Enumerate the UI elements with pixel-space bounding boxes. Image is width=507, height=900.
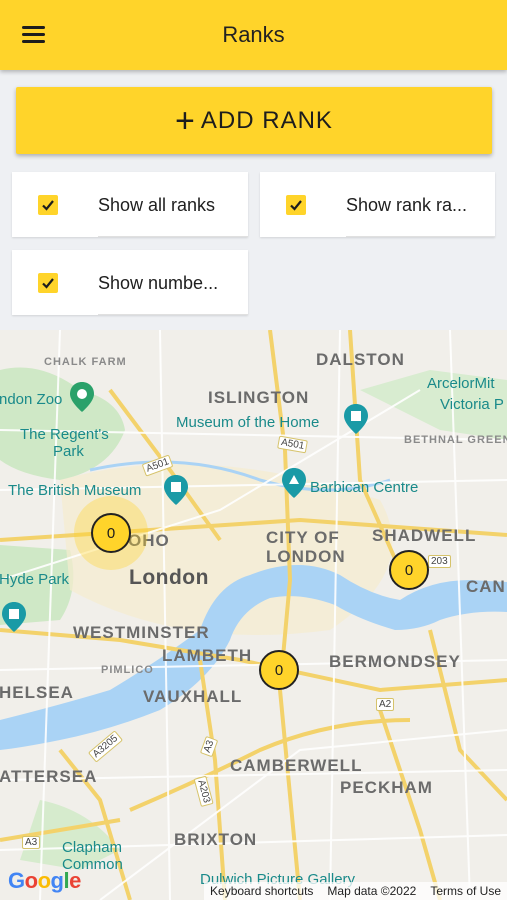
option-label: Show rank ra... <box>346 195 468 215</box>
rank-cluster-soho[interactable]: 0 <box>91 513 131 553</box>
map-label-british-museum: The British Museum <box>8 482 142 499</box>
map-label-london-zoo: ndon Zoo <box>0 391 63 408</box>
app-bar: Ranks <box>0 0 507 70</box>
map-label-museum-home: Museum of the Home <box>176 414 320 431</box>
map-label-victoria-park: Victoria P <box>440 396 504 413</box>
add-rank-label: ADD RANK <box>200 106 333 134</box>
rank-cluster-shadwell[interactable]: 0 <box>389 550 429 590</box>
check-icon <box>290 200 302 211</box>
checkbox-show-all-ranks[interactable] <box>38 195 58 215</box>
map-label-shadwell: SHADWELL <box>372 526 477 545</box>
map-label-canary: CAN <box>466 577 506 596</box>
map-attribution: Keyboard shortcuts Map data ©2022 Terms … <box>204 882 507 900</box>
checkbox-show-numbers[interactable] <box>38 273 58 293</box>
map-label-barbican: Barbican Centre <box>310 479 419 496</box>
option-show-rank-range[interactable]: Show rank ra... <box>260 172 495 237</box>
british-museum-pin-icon[interactable] <box>164 475 188 505</box>
hyde-park-pin-icon[interactable] <box>2 602 26 632</box>
check-icon <box>42 200 54 211</box>
map-label-peckham: PECKHAM <box>340 778 433 797</box>
map-label-brixton: BRIXTON <box>174 830 258 849</box>
map-label-pimlico: PIMLICO <box>101 664 154 676</box>
map-label-hyde-park: Hyde Park <box>0 571 70 588</box>
google-logo: Google <box>8 868 81 893</box>
checkbox-show-rank-range[interactable] <box>286 195 306 215</box>
map-label-regents-park: The Regent's <box>20 426 109 443</box>
page-title: Ranks <box>222 22 285 47</box>
add-rank-button[interactable]: + ADD RANK <box>16 87 492 154</box>
map-label-battersea: ATTERSEA <box>0 767 98 786</box>
map-label-bethnal-green: BETHNAL GREEN <box>404 434 507 446</box>
map-label-chelsea: HELSEA <box>0 683 74 702</box>
map-label-dalston: DALSTON <box>316 350 405 369</box>
rank-cluster-bermondsey[interactable]: 0 <box>259 650 299 690</box>
map-label-arcelor: ArcelorMit <box>427 375 495 392</box>
map-label-city-of: CITY OF <box>266 528 340 547</box>
museum-pin-icon[interactable] <box>344 404 368 434</box>
map-label-westminster: WESTMINSTER <box>73 623 210 642</box>
map-label-regents-park-2: Park <box>53 443 84 460</box>
option-label: Show all ranks <box>98 195 216 215</box>
map-label-chalk-farm: CHALK FARM <box>44 356 127 368</box>
map-label-vauxhall: VAUXHALL <box>143 687 243 706</box>
map-label-london: London <box>129 566 209 589</box>
zoo-pin-icon[interactable] <box>70 382 94 412</box>
map-label-bermondsey: BERMONDSEY <box>329 652 461 671</box>
map-label-camberwell: CAMBERWELL <box>230 756 363 775</box>
option-show-all-ranks[interactable]: Show all ranks <box>12 172 248 237</box>
terms-of-use-link[interactable]: Terms of Use <box>430 884 501 898</box>
keyboard-shortcuts-link[interactable]: Keyboard shortcuts <box>210 884 313 898</box>
option-show-numbers[interactable]: Show numbe... <box>12 250 248 315</box>
map-label-islington: ISLINGTON <box>208 388 310 407</box>
map-view[interactable]: CHALK FARM DALSTON ISLINGTON ndon Zoo Ar… <box>0 330 507 900</box>
road-shield-a2: A2 <box>376 698 395 711</box>
map-data-label: Map data ©2022 <box>327 884 417 898</box>
plus-icon: + <box>175 101 195 140</box>
road-shield-a3-south: A3 <box>22 836 41 849</box>
road-shield-a203: 203 <box>428 555 451 568</box>
barbican-pin-icon[interactable] <box>282 468 306 498</box>
map-label-clapham: Clapham <box>62 839 123 856</box>
map-label-lambeth: LAMBETH <box>162 646 253 665</box>
map-label-london-city: LONDON <box>266 547 346 566</box>
check-icon <box>42 278 54 289</box>
option-label: Show numbe... <box>98 273 219 293</box>
